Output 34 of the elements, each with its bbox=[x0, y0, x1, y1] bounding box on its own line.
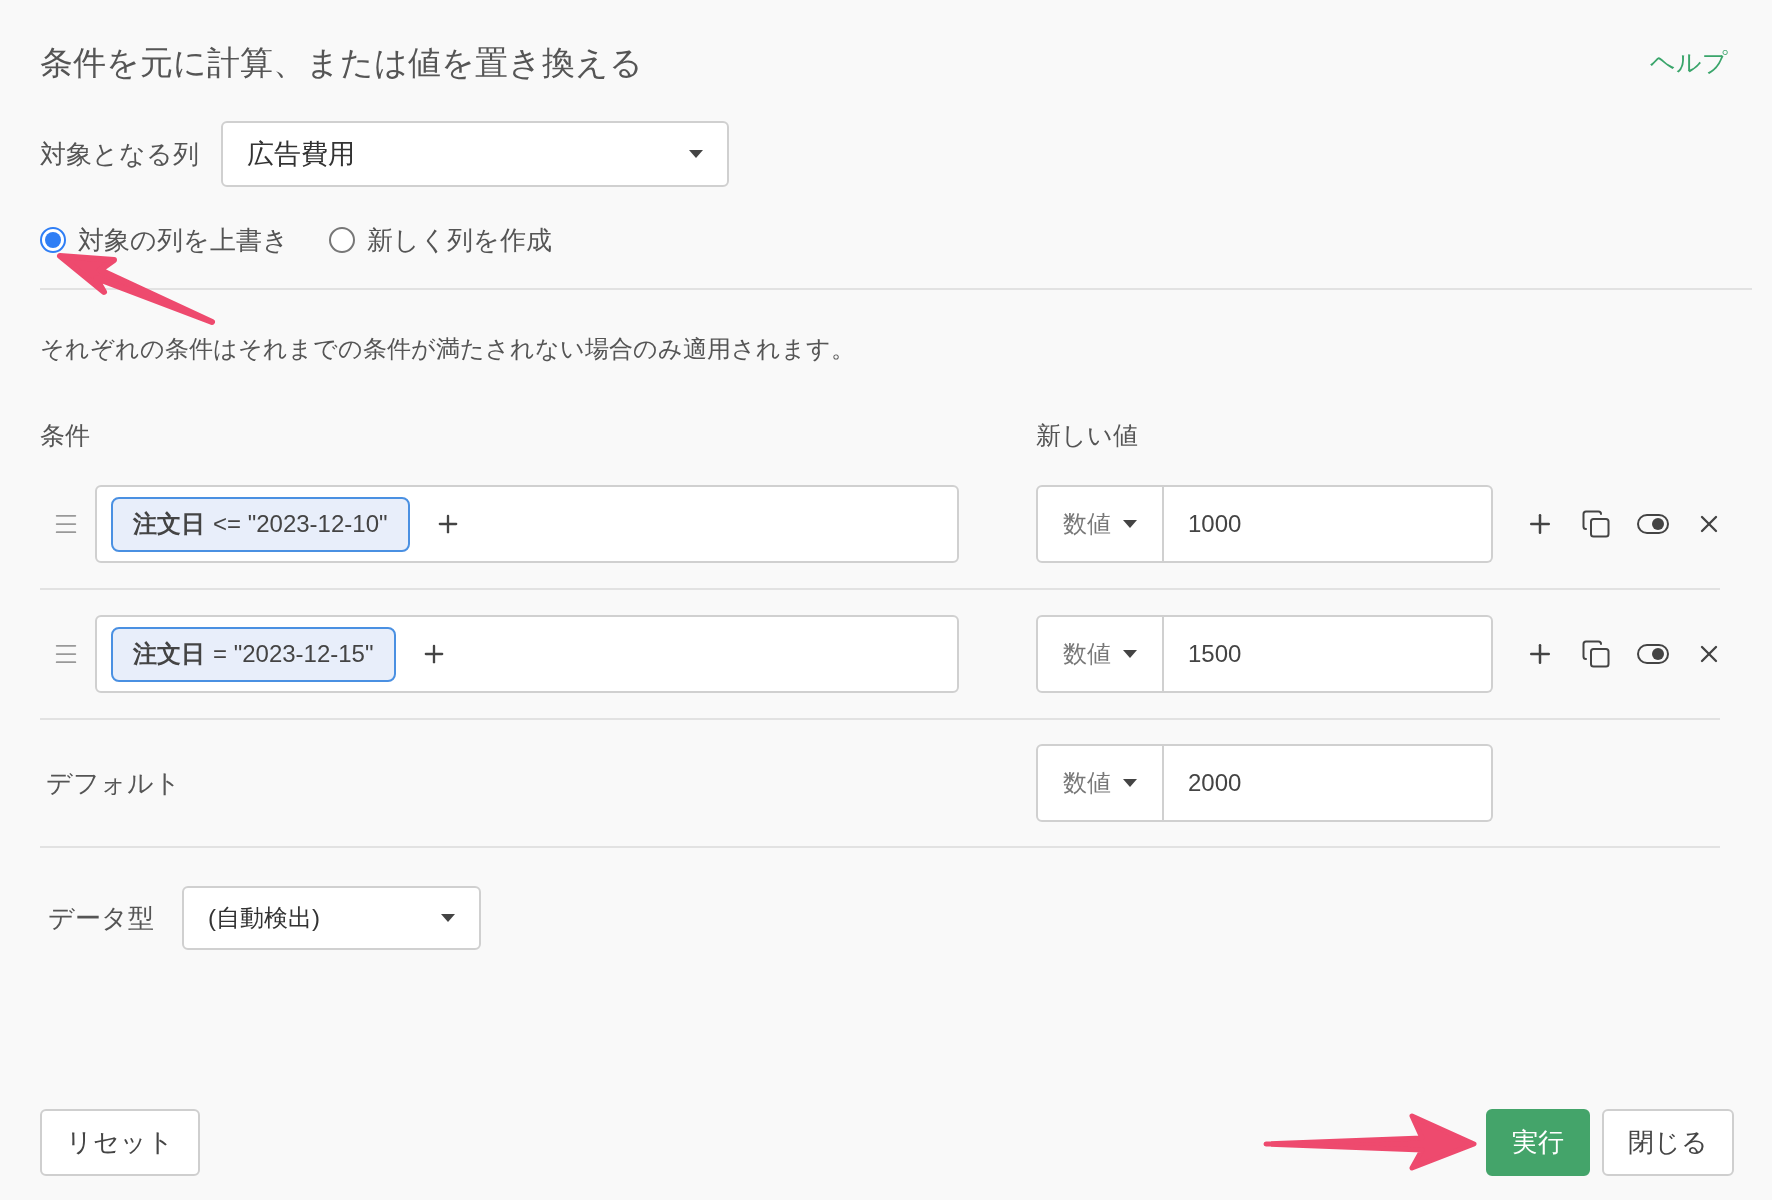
condition-box[interactable]: 注文日 = "2023-12-15" bbox=[95, 615, 959, 693]
target-column-label: 対象となる列 bbox=[40, 137, 199, 171]
radio-button[interactable] bbox=[40, 227, 66, 253]
value-field[interactable]: 1500 bbox=[1164, 615, 1493, 693]
note-text: それぞれの条件はそれまでの条件が満たされない場合のみ適用されます。 bbox=[40, 334, 856, 364]
copy-icon[interactable] bbox=[1581, 639, 1611, 669]
footer-button[interactable]: リセット bbox=[40, 1109, 200, 1176]
type-dropdown[interactable]: 数値 bbox=[1036, 744, 1164, 822]
target-column-dropdown[interactable]: 広告費用 bbox=[221, 121, 729, 187]
toggle-icon[interactable] bbox=[1637, 644, 1669, 664]
copy-icon[interactable] bbox=[1581, 509, 1611, 539]
default-label: デフォルト bbox=[45, 766, 182, 800]
condition-box[interactable]: 注文日 <= "2023-12-10" bbox=[95, 485, 959, 563]
data-type-label: データ型 bbox=[47, 901, 154, 935]
data-type-dropdown[interactable]: (自動検出) bbox=[182, 886, 481, 950]
caret-icon bbox=[1123, 779, 1137, 787]
condition-chip[interactable]: 注文日 <= "2023-12-10" bbox=[111, 496, 410, 552]
value-field[interactable]: 2000 bbox=[1164, 744, 1493, 822]
caret-icon bbox=[1123, 650, 1137, 658]
caret-icon bbox=[441, 914, 455, 922]
caret-icon bbox=[689, 150, 703, 158]
conditions-header: 条件 bbox=[40, 420, 91, 452]
caret-icon bbox=[1123, 520, 1137, 528]
footer-button[interactable]: 閉じる bbox=[1602, 1109, 1734, 1176]
type-dropdown[interactable]: 数値 bbox=[1036, 615, 1164, 693]
condition-chip[interactable]: 注文日 = "2023-12-15" bbox=[111, 626, 396, 682]
new-value-header: 新しい値 bbox=[1036, 420, 1138, 452]
dialog-title: 条件を元に計算、または値を置き換える bbox=[40, 43, 643, 84]
toggle-icon[interactable] bbox=[1637, 514, 1669, 534]
value-field[interactable]: 1000 bbox=[1164, 485, 1493, 563]
radio-button[interactable] bbox=[329, 227, 355, 253]
type-dropdown[interactable]: 数値 bbox=[1036, 485, 1164, 563]
radio-label: 対象の列を上書き bbox=[78, 223, 289, 257]
radio-label: 新しく列を作成 bbox=[367, 223, 552, 257]
